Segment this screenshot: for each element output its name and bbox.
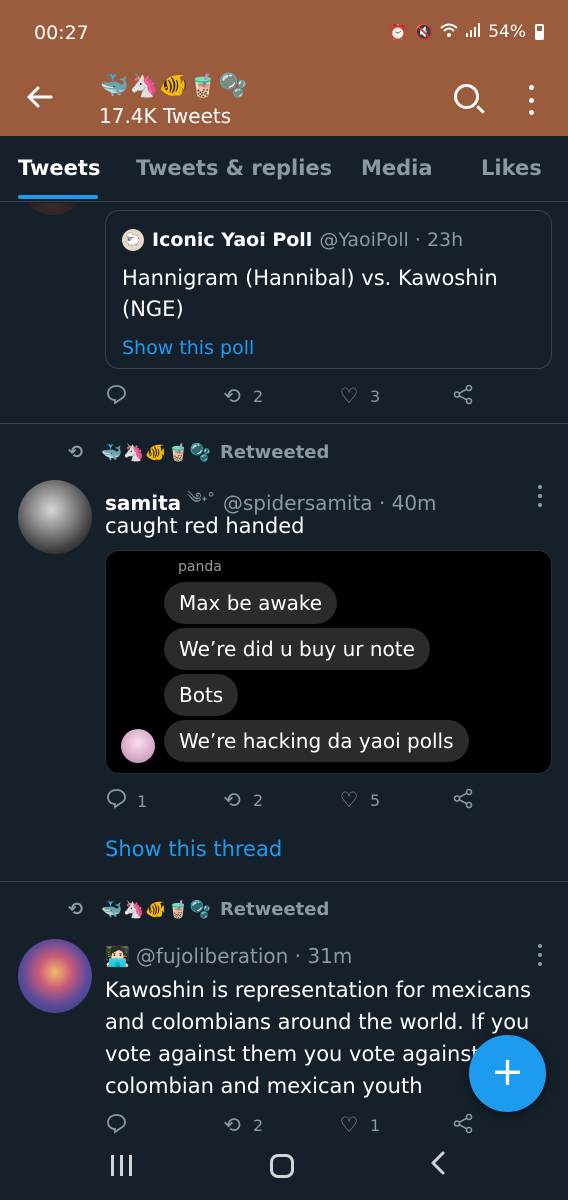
retweeted-label: Retweeted (219, 899, 330, 920)
like-count: 1 (370, 1115, 381, 1135)
chat-bubble: We’re hacking da yaoi polls (164, 720, 469, 762)
system-navigation-bar (0, 1140, 568, 1200)
battery-icon (535, 24, 544, 40)
retweet-button[interactable]: ⟲ 2 (221, 788, 263, 812)
avatar[interactable] (18, 480, 92, 554)
profile-name: 🐳🦄🐠🧋🫧 (100, 73, 249, 99)
author-meta: @fujoliberation · 31m (135, 944, 353, 968)
retweet-button[interactable]: ⟲ 2 (221, 1113, 263, 1137)
like-button[interactable]: ♡ 3 (338, 384, 381, 408)
reply-button[interactable]: 1 (105, 788, 147, 814)
reply-button[interactable] (105, 384, 137, 410)
retweet-button[interactable]: ⟲ 2 (221, 384, 263, 408)
profile-header: 🐳🦄🐠🧋🫧 17.4K Tweets (0, 70, 568, 136)
retweet-icon: ⟲ (223, 1113, 241, 1137)
retweet-count: 2 (253, 386, 264, 406)
share-icon (452, 788, 474, 814)
retweet-icon: ⟲ (223, 788, 241, 812)
alarm-icon: ⏰ (388, 23, 408, 41)
tweet-more-icon[interactable] (530, 944, 550, 966)
battery-percent: 54% (488, 22, 526, 42)
tweet-header: 🧑🏻‍💻 @fujoliberation · 31m (105, 944, 352, 968)
compose-tweet-button[interactable]: + (469, 1035, 546, 1112)
tweet-feed[interactable]: 🐑 Iconic Yaoi Poll @YaoiPoll · 23h Hanni… (0, 203, 568, 1140)
share-icon (452, 384, 474, 410)
like-count: 3 (370, 386, 381, 406)
quoted-tweet-card[interactable]: 🐑 Iconic Yaoi Poll @YaoiPoll · 23h Hanni… (105, 210, 552, 369)
divider (0, 423, 568, 424)
share-button[interactable] (452, 788, 484, 814)
active-tab-indicator (18, 195, 98, 199)
heart-icon: ♡ (339, 788, 359, 812)
quoted-author-meta: @YaoiPoll · 23h (319, 229, 464, 251)
heart-icon: ♡ (339, 384, 359, 408)
show-poll-link[interactable]: Show this poll (122, 337, 254, 359)
signal-icon (465, 22, 481, 42)
system-back-icon[interactable] (428, 1149, 448, 1184)
status-time: 00:27 (34, 22, 89, 44)
author-name[interactable]: 🧑🏻‍💻 (105, 944, 130, 968)
status-icons: ⏰ 🔇 54% (389, 22, 544, 42)
tweet-actions: 1 ⟲ 2 ♡ 5 (105, 788, 545, 818)
mute-icon: 🔇 (414, 23, 434, 41)
retweeter-name[interactable]: 🐳🦄🐠🧋🫧 (101, 443, 212, 463)
tweet-text: caught red handed (105, 514, 305, 538)
reply-button[interactable] (105, 1113, 137, 1139)
reply-icon (105, 1113, 127, 1139)
recent-apps-icon[interactable] (111, 1155, 132, 1176)
retweet-indicator: ⟲ 🐳🦄🐠🧋🫧 Retweeted (68, 442, 329, 463)
overflow-menu-icon[interactable] (518, 82, 544, 118)
retweeter-name[interactable]: 🐳🦄🐠🧋🫧 (101, 900, 212, 920)
show-thread-link[interactable]: Show this thread (105, 837, 282, 861)
tab-tweets-and-replies[interactable]: Tweets & replies (136, 156, 332, 180)
tab-tweets[interactable]: Tweets (18, 156, 100, 180)
quoted-author-name: Iconic Yaoi Poll (152, 229, 313, 251)
avatar: 🐑 (122, 229, 144, 251)
retweet-icon: ⟲ (68, 899, 84, 920)
retweet-count: 2 (253, 790, 264, 810)
chat-bubble: Max be awake (164, 582, 338, 624)
status-bar: 00:27 ⏰ 🔇 54% (0, 0, 568, 70)
share-button[interactable] (452, 384, 484, 410)
retweeted-label: Retweeted (219, 442, 330, 463)
like-button[interactable]: ♡ 1 (338, 1113, 381, 1137)
tweet-image[interactable]: panda Max be awake We’re did u buy ur no… (105, 550, 552, 774)
retweet-icon: ⟲ (223, 384, 241, 408)
retweet-indicator: ⟲ 🐳🦄🐠🧋🫧 Retweeted (68, 899, 329, 920)
wifi-icon (440, 22, 458, 42)
profile-tabs: Tweets Tweets & replies Media Likes (0, 136, 568, 202)
reply-icon (105, 788, 127, 814)
quoted-tweet-text: Hannigram (Hannibal) vs. Kawoshin (NGE) (122, 266, 498, 321)
tab-media[interactable]: Media (361, 156, 433, 180)
tweet-actions: ⟲ 2 ♡ 3 (105, 384, 545, 414)
share-button[interactable] (452, 1113, 484, 1139)
chat-bubble: We’re did u buy ur note (164, 628, 430, 670)
share-icon (452, 1113, 474, 1139)
tweet-more-icon[interactable] (530, 485, 550, 507)
back-arrow-icon[interactable] (22, 82, 58, 118)
chat-avatar (121, 729, 155, 763)
avatar[interactable] (18, 939, 92, 1013)
divider (0, 881, 568, 882)
like-count: 5 (370, 790, 381, 810)
home-icon[interactable] (270, 1154, 294, 1178)
heart-icon: ♡ (339, 1113, 359, 1137)
like-button[interactable]: ♡ 5 (338, 788, 381, 812)
chat-bubble: Bots (164, 674, 239, 716)
reply-icon (105, 384, 127, 410)
retweet-count: 2 (253, 1115, 264, 1135)
chat-sender-name: panda (178, 559, 222, 575)
tweet-actions: ⟲ 2 ♡ 1 (105, 1113, 545, 1140)
avatar[interactable] (20, 203, 86, 215)
retweet-icon: ⟲ (68, 442, 84, 463)
quoted-tweet-header: 🐑 Iconic Yaoi Poll @YaoiPoll · 23h (122, 229, 463, 251)
reply-count: 1 (137, 791, 148, 811)
tab-likes[interactable]: Likes (481, 156, 542, 180)
search-icon[interactable] (450, 82, 486, 118)
tweet-count: 17.4K Tweets (99, 104, 232, 128)
